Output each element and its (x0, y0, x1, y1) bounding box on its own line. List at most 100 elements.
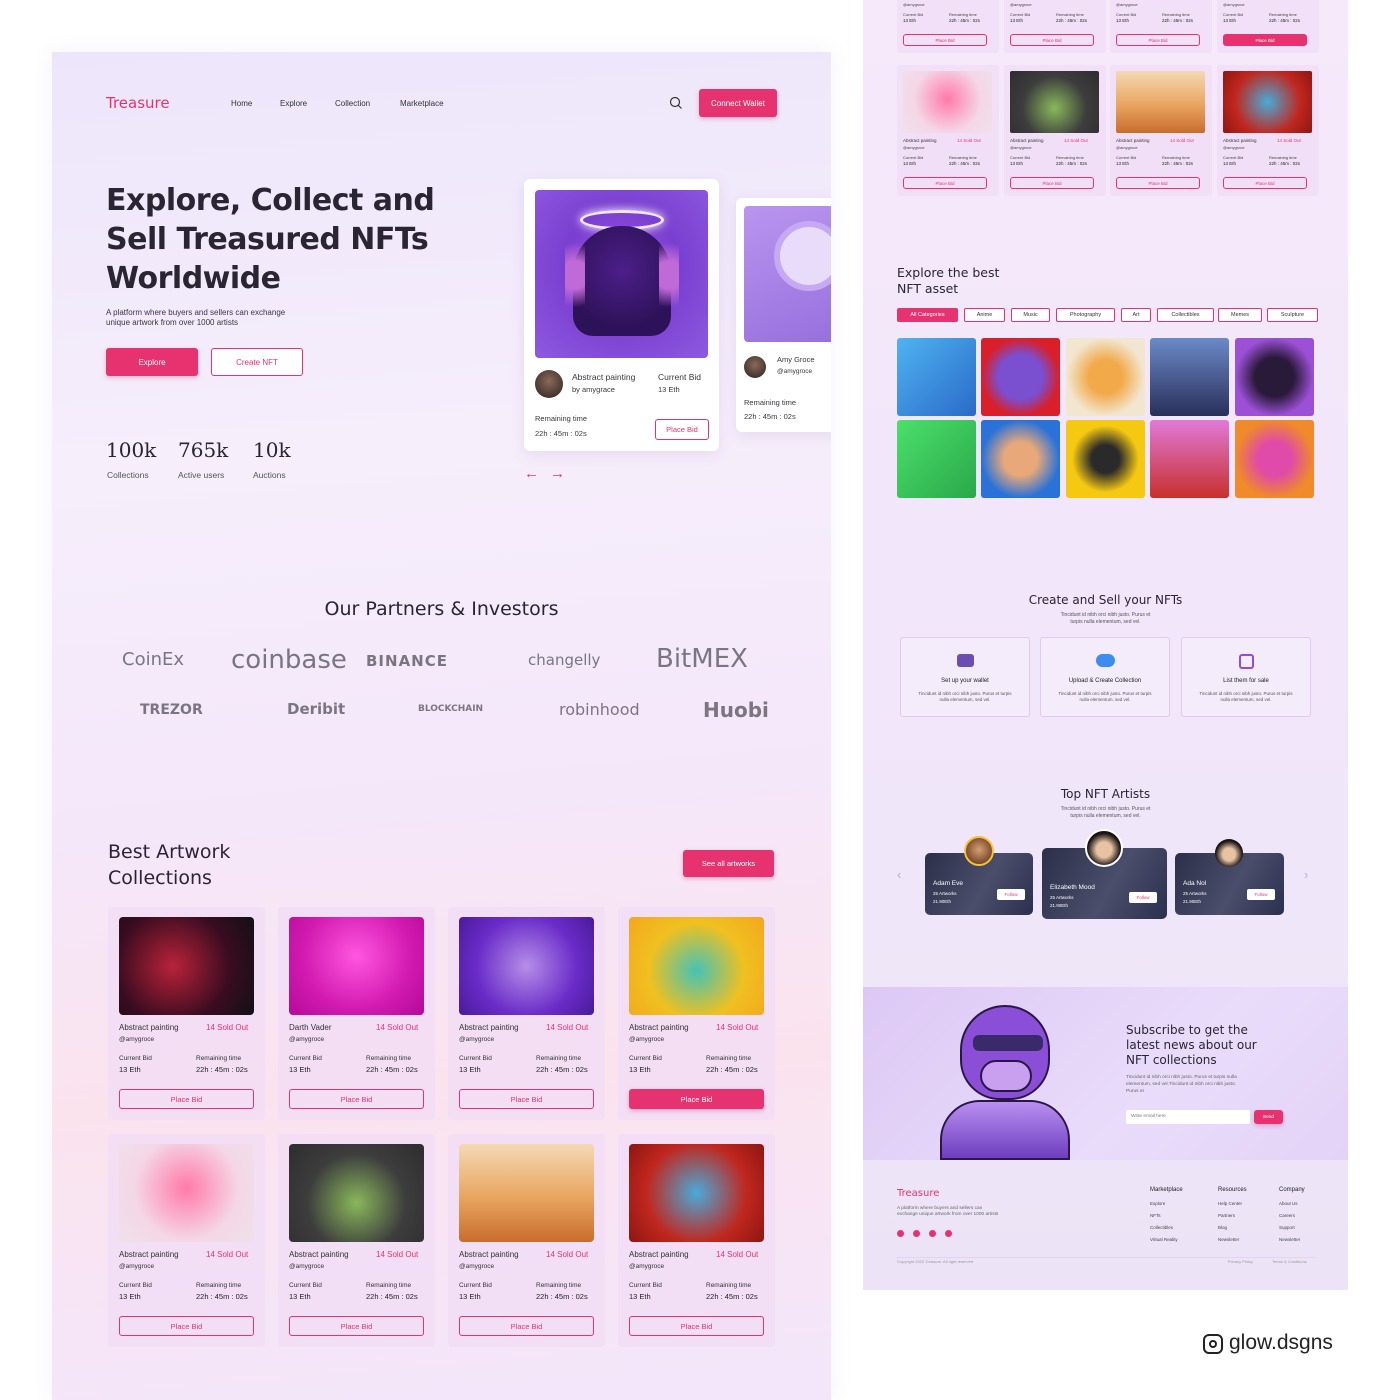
mini-place-bid-button[interactable]: Place Bid (903, 177, 987, 189)
mini-artwork-card[interactable]: Abstract painting14 Sold Out@amygroceCur… (1217, 65, 1319, 196)
artwork-card[interactable]: Abstract painting 14 Sold Out @amygroce Cur… (278, 1134, 435, 1347)
create-nft-button[interactable]: Create NFT (211, 348, 303, 376)
featured-nft-card[interactable]: Abstract painting by amygrace Current Bi… (524, 179, 719, 451)
category-all[interactable]: All Categories (897, 308, 958, 322)
place-bid-button[interactable]: Place Bid (459, 1089, 594, 1109)
footer-link[interactable]: NFTs (1150, 1213, 1161, 1218)
explore-artwork-tile[interactable] (1235, 420, 1314, 498)
arrow-right-icon[interactable]: → (550, 465, 565, 482)
explore-artwork-tile[interactable] (897, 338, 976, 416)
footer-link[interactable]: Careers (1279, 1213, 1295, 1218)
secondary-nft-card[interactable]: Amy Groce @amygroce Remaining time 22h :… (736, 198, 831, 432)
artist-avatar-ada[interactable] (1215, 839, 1243, 867)
category-music[interactable]: Music (1011, 308, 1050, 322)
terms-link[interactable]: Terms & Conditions (1272, 1259, 1307, 1264)
mini-artwork-card[interactable]: Abstract painting14 Sold Out@amygroceCur… (1004, 0, 1106, 53)
artwork-card[interactable]: Abstract painting 14 Sold Out @amygroce Cur… (108, 907, 265, 1120)
follow-button[interactable]: Follow (997, 889, 1025, 900)
mini-place-bid-button[interactable]: Place Bid (903, 34, 987, 46)
mini-place-bid-button[interactable]: Place Bid (1116, 177, 1200, 189)
mini-artwork-card[interactable]: Abstract painting14 Sold Out@amygroceCur… (897, 65, 999, 196)
artwork-card[interactable]: Abstract painting 14 Sold Out @amygroce Cur… (618, 907, 775, 1120)
explore-artwork-tile[interactable] (1066, 420, 1145, 498)
category-sculpture[interactable]: Sculpture (1267, 308, 1318, 322)
instagram-icon[interactable] (929, 1230, 936, 1237)
explore-artwork-tile[interactable] (1066, 338, 1145, 416)
footer-link[interactable]: About Us (1279, 1201, 1298, 1206)
chevron-right-icon[interactable]: › (1304, 867, 1308, 882)
artwork-card[interactable]: Abstract painting 14 Sold Out @amygroce Cur… (448, 907, 605, 1120)
see-all-artworks-button[interactable]: See all artworks (683, 850, 774, 877)
privacy-link[interactable]: Privacy Policy (1228, 1259, 1253, 1264)
explore-artwork-tile[interactable] (981, 338, 1060, 416)
footer-link[interactable]: Newsletter (1279, 1237, 1300, 1242)
category-anime[interactable]: Anime (964, 308, 1005, 322)
nav-collection[interactable]: Collection (335, 99, 370, 108)
artwork-card[interactable]: Abstract painting 14 Sold Out @amygroce Cur… (618, 1134, 775, 1347)
chevron-left-icon[interactable]: ‹ (897, 867, 901, 882)
artwork-card[interactable]: Abstract painting 14 Sold Out @amygroce Cur… (448, 1134, 605, 1347)
mini-place-bid-button[interactable]: Place Bid (1116, 34, 1200, 46)
explore-button[interactable]: Explore (106, 348, 198, 376)
mini-place-bid-button[interactable]: Place Bid (1223, 34, 1307, 46)
mini-place-bid-button[interactable]: Place Bid (1223, 177, 1307, 189)
place-bid-button[interactable]: Place Bid (629, 1316, 764, 1336)
nav-marketplace[interactable]: Marketplace (400, 99, 444, 108)
place-bid-button[interactable]: Place Bid (289, 1316, 424, 1336)
footer-link[interactable]: Newsletter (1218, 1237, 1239, 1242)
send-button[interactable]: Send (1254, 1110, 1283, 1124)
footer-link[interactable]: Virtual Reality (1150, 1237, 1178, 1242)
follow-button[interactable]: Follow (1247, 889, 1275, 900)
mini-artwork-card[interactable]: Abstract painting14 Sold Out@amygroceCur… (1110, 0, 1212, 53)
footer-link[interactable]: Partners (1218, 1213, 1235, 1218)
mini-artwork-card[interactable]: Abstract painting14 Sold Out@amygroceCur… (1217, 0, 1319, 53)
explore-artwork-tile[interactable] (1235, 338, 1314, 416)
mini-artwork-card[interactable]: Abstract painting14 Sold Out@amygroceCur… (1110, 65, 1212, 196)
artist-avatar-elizabeth[interactable] (1085, 829, 1123, 867)
arrow-left-icon[interactable]: ← (524, 465, 539, 482)
hero-title-line-3: Worldwide (106, 261, 281, 296)
place-bid-button[interactable]: Place Bid (655, 419, 709, 440)
place-bid-button[interactable]: Place Bid (289, 1089, 424, 1109)
place-bid-button[interactable]: Place Bid (119, 1316, 254, 1336)
creator-avatar[interactable] (535, 370, 563, 398)
footer-link[interactable]: Support (1279, 1225, 1295, 1230)
place-bid-button[interactable]: Place Bid (119, 1089, 254, 1109)
mini-artwork-card[interactable]: Abstract painting14 Sold Out@amygroceCur… (1004, 65, 1106, 196)
follow-button[interactable]: Follow (1129, 892, 1157, 903)
category-art[interactable]: Art (1121, 308, 1151, 322)
mini-place-bid-button[interactable]: Place Bid (1010, 177, 1094, 189)
mini-bid-value: 13 Eth (1116, 18, 1130, 23)
connect-wallet-button[interactable]: Connect Wallet (699, 89, 777, 117)
footer-link[interactable]: Help Center (1218, 1201, 1242, 1206)
mini-place-bid-button[interactable]: Place Bid (1010, 34, 1094, 46)
nav-home[interactable]: Home (231, 99, 252, 108)
featured-remaining-label: Remaining time (535, 414, 588, 423)
explore-artwork-tile[interactable] (1150, 420, 1229, 498)
category-memes[interactable]: Memes (1218, 308, 1262, 322)
whatsapp-icon[interactable] (897, 1230, 904, 1237)
facebook-icon[interactable] (913, 1230, 920, 1237)
mini-artwork-card[interactable]: Abstract painting14 Sold Out@amygroceCur… (897, 0, 999, 53)
footer-logo[interactable]: Treasure (897, 1188, 939, 1199)
category-collectibles[interactable]: Collectibles (1157, 308, 1214, 322)
nav-explore[interactable]: Explore (280, 99, 307, 108)
footer-link[interactable]: Explore (1150, 1201, 1165, 1206)
artwork-card[interactable]: Abstract painting 14 Sold Out @amygroce Cur… (108, 1134, 265, 1347)
collections-title-line-2: Collections (108, 867, 212, 889)
artist-avatar-adam[interactable] (964, 836, 994, 866)
artwork-card[interactable]: Darth Vader 14 Sold Out @amygroce Current B… (278, 907, 435, 1120)
secondary-creator-avatar[interactable] (744, 356, 766, 378)
youtube-icon[interactable] (945, 1230, 952, 1237)
email-input[interactable]: Write email here (1126, 1110, 1250, 1124)
search-icon[interactable] (669, 96, 683, 115)
category-photography[interactable]: Photography (1056, 308, 1115, 322)
place-bid-button[interactable]: Place Bid (629, 1089, 764, 1109)
footer-link[interactable]: Collectibles (1150, 1225, 1173, 1230)
explore-artwork-tile[interactable] (897, 420, 976, 498)
place-bid-button[interactable]: Place Bid (459, 1316, 594, 1336)
brand-logo[interactable]: Treasure (106, 94, 170, 112)
footer-link[interactable]: Blog (1218, 1225, 1227, 1230)
explore-artwork-tile[interactable] (981, 420, 1060, 498)
explore-artwork-tile[interactable] (1150, 338, 1229, 416)
